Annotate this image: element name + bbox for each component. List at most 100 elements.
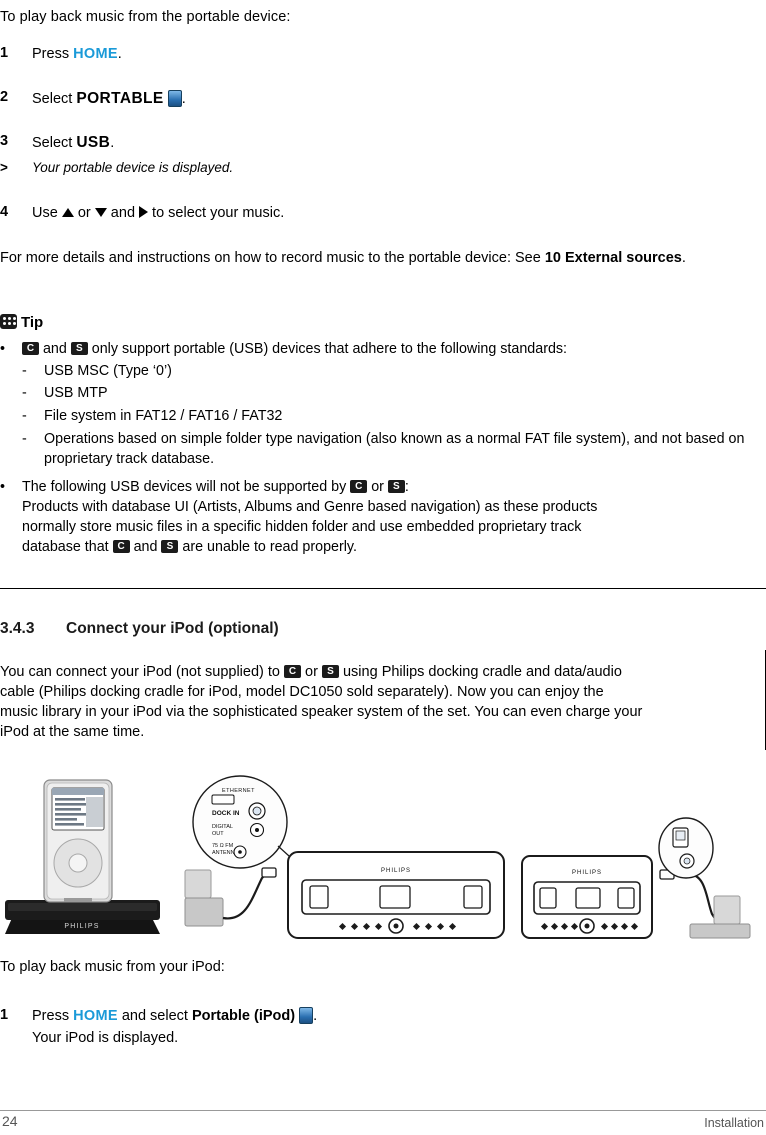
ipod-step-line2-text: Your iPod is displayed.	[32, 1030, 179, 1046]
ipod-step-1: 1 Press HOME and select Portable (iPod) …	[0, 1006, 700, 1026]
note-text: Your portable device is displayed.	[32, 160, 234, 175]
dash-marker: -	[22, 431, 27, 447]
portable-keyword: PORTABLE	[76, 90, 164, 107]
intro-line: To play back music from the portable dev…	[0, 9, 291, 25]
step-4-body: Use or and to select your music.	[32, 204, 700, 223]
ipod-step-1-line2: Your iPod is displayed.	[0, 1029, 700, 1048]
ipod-step-post: .	[313, 1008, 318, 1024]
home-keyword: HOME	[73, 1008, 118, 1024]
section-title: Connect your iPod (optional)	[66, 620, 279, 637]
svg-text:PHILIPS: PHILIPS	[64, 923, 99, 930]
tip-sub-item-4: - Operations based on simple folder type…	[22, 430, 766, 469]
svg-text:ETHERNET: ETHERNET	[222, 788, 255, 794]
footer-divider	[0, 1110, 766, 1111]
portable-ipod-keyword: Portable (iPod)	[191, 1008, 296, 1024]
bullet2-pre: The following USB devices will not be su…	[22, 479, 351, 495]
badge-c-icon	[350, 479, 368, 493]
step-2-number: 2	[0, 89, 9, 105]
ipod-step-1-number: 1	[0, 1007, 9, 1023]
bullet2-post: :	[404, 479, 409, 495]
usb-keyword: USB	[76, 134, 111, 151]
svg-text:75 Ω FM: 75 Ω FM	[212, 843, 234, 849]
cont-3b: and	[129, 539, 162, 555]
tip-sub-item-3-text: File system in FAT12 / FAT16 / FAT32	[44, 408, 283, 424]
illustration-svg: PHILIPS ETHERNET DOCK IN DIGITAL OUT 75 …	[5, 775, 751, 939]
section-divider	[0, 588, 766, 589]
step-3-pre: Select	[32, 135, 77, 151]
tip-sub-item-3: - File system in FAT12 / FAT16 / FAT32	[22, 407, 752, 427]
body-1b: or	[301, 664, 322, 680]
cont-line-3: database that and are unable to read pro…	[22, 538, 760, 558]
tip-sub-item-4-text: Operations based on simple folder type n…	[44, 431, 745, 467]
section-heading: 3.4.3 Connect your iPod (optional)	[0, 620, 279, 638]
step-1-body: Press HOME.	[32, 45, 700, 64]
portable-device-icon	[167, 89, 182, 107]
ipod-playback-heading: To play back music from your iPod:	[0, 959, 225, 975]
tip-bullet-2-cont-2: normally store music files in a specific…	[0, 518, 760, 538]
tip-sub-item-2-text: USB MTP	[44, 385, 108, 401]
arrow-right-icon	[139, 206, 149, 219]
badge-s-icon	[387, 479, 405, 493]
tip-sub-item-1-text: USB MSC (Type ‘0’)	[44, 363, 172, 379]
step-3-post: .	[110, 135, 115, 151]
footer-section-label: Installation	[704, 1116, 764, 1130]
tip-sub-item-1: - USB MSC (Type ‘0’)	[22, 362, 752, 382]
section-number: 3.4.3	[0, 620, 35, 637]
dash-marker: -	[22, 385, 27, 401]
arrow-down-icon	[94, 207, 107, 217]
cont-line-1: Products with database UI (Artists, Albu…	[22, 499, 598, 515]
step-2-pre: Select	[32, 91, 77, 107]
svg-text:DOCK IN: DOCK IN	[212, 810, 240, 817]
section-body-line-2: cable (Philips docking cradle for iPod, …	[0, 684, 604, 700]
body-1c: using Philips docking cradle and data/au…	[338, 664, 622, 680]
section-body-line-3: music library in your iPod via the sophi…	[0, 704, 643, 720]
cont-3a: database that	[22, 539, 113, 555]
step-1-post: .	[117, 46, 122, 62]
bullet2-mid: or	[367, 479, 388, 495]
step-4: 4 Use or and to select your music.	[0, 204, 700, 223]
step-3-number: 3	[0, 133, 9, 149]
note-marker: >	[0, 160, 8, 175]
step-2-post: .	[181, 91, 186, 107]
ipod-step-mid: and select	[117, 1008, 192, 1024]
step-1-pre: Press	[32, 46, 74, 62]
bullet-marker: •	[0, 479, 6, 495]
step-4-mid2: and	[106, 205, 140, 221]
step-3-note: > Your portable device is displayed.	[0, 160, 700, 175]
dash-marker: -	[22, 408, 27, 424]
details-part1: For more details and instructions on how…	[0, 250, 545, 266]
badge-s-icon	[321, 664, 339, 678]
badge-c-icon	[284, 664, 302, 678]
bullet-marker: •	[0, 341, 6, 357]
details-bold: 10 External sources	[544, 250, 682, 266]
section-body-line-4: iPod at the same time.	[0, 724, 145, 740]
tip-heading: Tip	[0, 313, 44, 331]
step-4-mid1: or	[73, 205, 95, 221]
step-3-body: Select USB.	[32, 133, 700, 153]
cont-line-2: normally store music files in a specific…	[22, 519, 582, 535]
tip-bullet-2: • The following USB devices will not be …	[0, 478, 760, 498]
home-keyword: HOME	[73, 46, 118, 62]
ipod-step-pre: Press	[32, 1008, 74, 1024]
step-3: 3 Select USB.	[0, 133, 700, 153]
portable-device-icon	[299, 1006, 314, 1024]
step-1-number: 1	[0, 45, 9, 61]
svg-text:PHILIPS: PHILIPS	[572, 870, 602, 876]
svg-text:PHILIPS: PHILIPS	[381, 868, 411, 874]
step-1: 1 Press HOME.	[0, 45, 700, 64]
details-paragraph: For more details and instructions on how…	[0, 249, 766, 269]
tip-bullet-1-text: and only support portable (USB) devices …	[22, 340, 760, 360]
tip-title: Tip	[21, 314, 44, 331]
tip-sub-item-2: - USB MTP	[22, 384, 752, 404]
step-4-post: to select your music.	[148, 205, 285, 221]
cont-3c: are unable to read properly.	[178, 539, 357, 555]
page-number: 24	[2, 1113, 18, 1129]
svg-text:DIGITAL: DIGITAL	[212, 824, 233, 830]
body-1a: You can connect your iPod (not supplied)…	[0, 664, 285, 680]
section-body-line-1: You can connect your iPod (not supplied)…	[0, 663, 766, 683]
bullet1-post: only support portable (USB) devices that…	[87, 341, 568, 357]
step-2: 2 Select PORTABLE .	[0, 89, 700, 109]
svg-text:OUT: OUT	[212, 831, 224, 837]
manual-page: To play back music from the portable dev…	[0, 0, 766, 1135]
tip-bullet-2-cont-3: database that and are unable to read pro…	[0, 538, 760, 558]
